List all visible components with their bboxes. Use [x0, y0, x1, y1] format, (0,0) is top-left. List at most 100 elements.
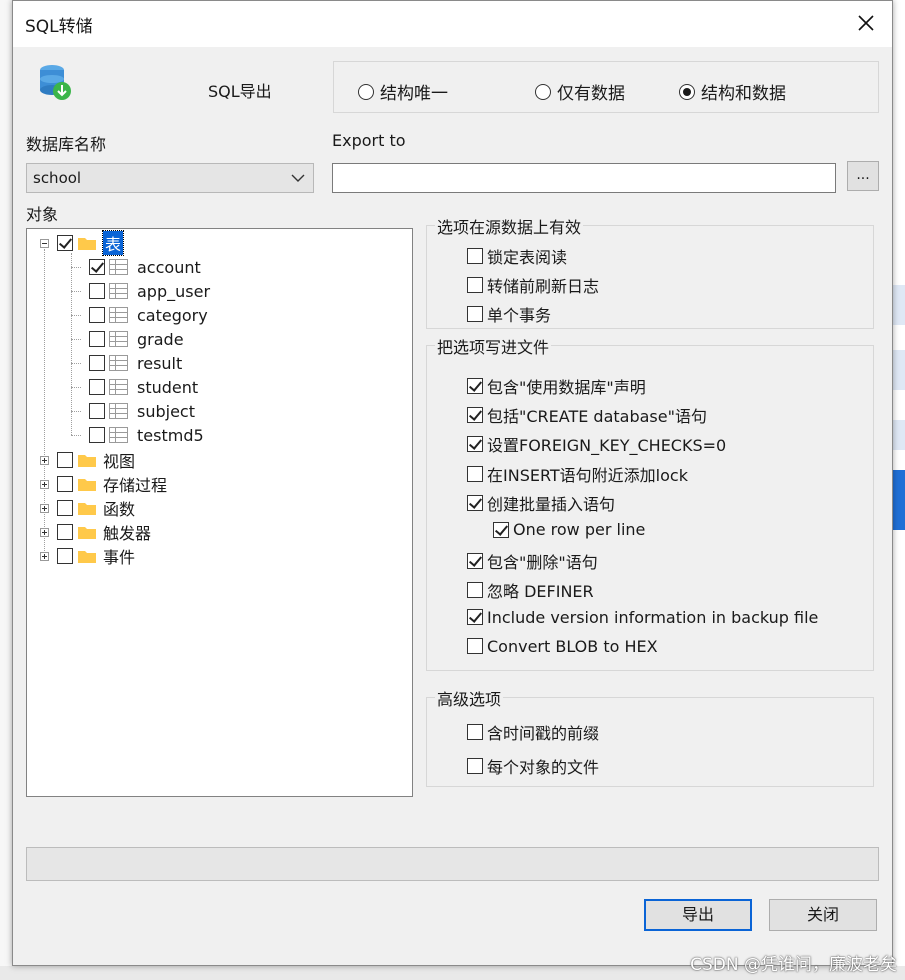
option-checkbox[interactable]: [467, 306, 483, 322]
radio-label: 结构唯一: [380, 84, 448, 104]
option-checkbox[interactable]: [467, 407, 483, 424]
expand-icon[interactable]: [40, 479, 49, 489]
table-checkbox[interactable]: [89, 427, 105, 443]
option-row[interactable]: 忽略 DEFINER: [467, 578, 594, 602]
tree-node-folder[interactable]: 存储过程: [40, 473, 167, 495]
folder-label: 触发器: [103, 524, 152, 543]
table-icon: [109, 283, 128, 299]
option-label: 忽略 DEFINER: [487, 582, 594, 602]
table-label: result: [137, 353, 183, 373]
tree-node-table[interactable]: result: [71, 352, 183, 374]
folder-checkbox[interactable]: [57, 476, 73, 492]
tree-node-table[interactable]: app_user: [71, 280, 210, 302]
option-checkbox[interactable]: [467, 638, 483, 655]
tree-node-table[interactable]: testmd5: [71, 424, 204, 446]
option-row[interactable]: 锁定表阅读: [467, 244, 567, 268]
option-label: 包含"使用数据库"声明: [487, 378, 646, 397]
option-row[interactable]: 单个事务: [467, 302, 551, 326]
tables-checkbox[interactable]: [57, 235, 73, 251]
close-button[interactable]: 关闭: [769, 899, 877, 931]
option-row[interactable]: 转储前刷新日志: [467, 273, 599, 297]
option-row[interactable]: 设置FOREIGN_KEY_CHECKS=0: [467, 432, 726, 456]
database-select[interactable]: school: [26, 163, 314, 193]
table-checkbox[interactable]: [89, 355, 105, 371]
folder-label: 视图: [103, 452, 136, 471]
radio-data-only[interactable]: 仅有数据: [535, 79, 625, 104]
table-checkbox[interactable]: [89, 331, 105, 347]
objects-tree: 表 account app_user category grade result stud…: [26, 228, 413, 797]
tree-node-folder[interactable]: 视图: [40, 449, 135, 471]
watermark: CSDN @凭谁问，廉波老矣: [690, 955, 897, 975]
option-checkbox[interactable]: [467, 582, 483, 599]
tree-connector: [71, 267, 81, 268]
table-checkbox[interactable]: [89, 379, 105, 395]
browse-button[interactable]: ...: [847, 161, 879, 191]
title-bar: SQL转储: [13, 1, 892, 47]
option-label: 包括"CREATE database"语句: [487, 407, 707, 427]
expand-icon[interactable]: [40, 503, 49, 513]
tree-connector: [71, 435, 81, 436]
option-label: 每个对象的文件: [487, 758, 600, 777]
export-path-input[interactable]: [332, 163, 836, 193]
option-checkbox[interactable]: [493, 521, 509, 538]
option-checkbox[interactable]: [467, 378, 483, 394]
option-checkbox[interactable]: [467, 277, 483, 293]
write-options-group: 把选项写进文件 包含"使用数据库"声明 包括"CREATE database"语句…: [426, 334, 874, 671]
close-icon[interactable]: [854, 11, 878, 35]
option-row[interactable]: 创建批量插入语句: [467, 491, 615, 515]
option-checkbox[interactable]: [467, 553, 483, 570]
folder-checkbox[interactable]: [57, 452, 73, 468]
option-row[interactable]: 含时间戳的前缀: [467, 720, 599, 744]
folder-icon: [78, 551, 96, 563]
tree-node-table[interactable]: account: [71, 256, 201, 278]
option-checkbox[interactable]: [467, 758, 483, 774]
radio-structure-only[interactable]: 结构唯一: [358, 79, 448, 104]
folder-label: 事件: [103, 548, 136, 567]
tree-node-table[interactable]: category: [71, 304, 208, 326]
option-label: 转储前刷新日志: [487, 277, 600, 296]
radio-structure-and-data[interactable]: 结构和数据: [679, 79, 786, 104]
tree-node-table[interactable]: grade: [71, 328, 184, 350]
export-to-label: Export to: [332, 131, 406, 150]
option-label: 创建批量插入语句: [487, 494, 616, 514]
tree-node-table[interactable]: student: [71, 376, 198, 398]
expand-icon[interactable]: [40, 455, 49, 465]
tree-node-folder[interactable]: 触发器: [40, 521, 151, 543]
sql-dump-dialog: SQL转储 SQL导出 结构唯一 仅有数据 结构和数据 数据库名称 Export…: [12, 0, 893, 966]
option-checkbox[interactable]: [467, 724, 483, 740]
folder-checkbox[interactable]: [57, 524, 73, 540]
option-checkbox[interactable]: [467, 494, 483, 511]
tree-node-table[interactable]: subject: [71, 400, 195, 422]
option-row[interactable]: Convert BLOB to HEX: [467, 637, 658, 656]
collapse-icon[interactable]: [40, 238, 49, 248]
expand-icon[interactable]: [40, 551, 49, 561]
option-checkbox[interactable]: [467, 248, 483, 264]
table-checkbox[interactable]: [89, 403, 105, 419]
option-row[interactable]: 在INSERT语句附近添加lock: [467, 462, 688, 486]
table-checkbox[interactable]: [89, 259, 105, 275]
option-row[interactable]: 包含"删除"语句: [467, 549, 598, 573]
option-row[interactable]: 包括"CREATE database"语句: [467, 403, 707, 427]
tables-label: 表: [101, 230, 125, 256]
tree-node-tables[interactable]: 表: [40, 230, 125, 256]
export-button[interactable]: 导出: [644, 899, 752, 931]
option-row[interactable]: Include version information in backup fi…: [467, 608, 818, 627]
option-label: Include version information in backup fi…: [487, 607, 819, 627]
option-row[interactable]: 每个对象的文件: [467, 754, 599, 778]
option-checkbox[interactable]: [467, 436, 483, 453]
folder-checkbox[interactable]: [57, 548, 73, 564]
table-checkbox[interactable]: [89, 283, 105, 299]
option-checkbox[interactable]: [467, 465, 483, 482]
tree-node-folder[interactable]: 事件: [40, 545, 135, 567]
option-row[interactable]: 包含"使用数据库"声明: [467, 374, 646, 398]
tree-node-folder[interactable]: 函数: [40, 497, 135, 519]
expand-icon[interactable]: [40, 527, 49, 537]
progress-bar: [26, 847, 879, 881]
option-row[interactable]: One row per line: [493, 520, 645, 539]
folder-checkbox[interactable]: [57, 500, 73, 516]
table-checkbox[interactable]: [89, 307, 105, 323]
table-icon: [109, 403, 128, 419]
objects-label: 对象: [26, 205, 59, 224]
folder-icon: [78, 238, 96, 250]
option-checkbox[interactable]: [467, 609, 483, 626]
